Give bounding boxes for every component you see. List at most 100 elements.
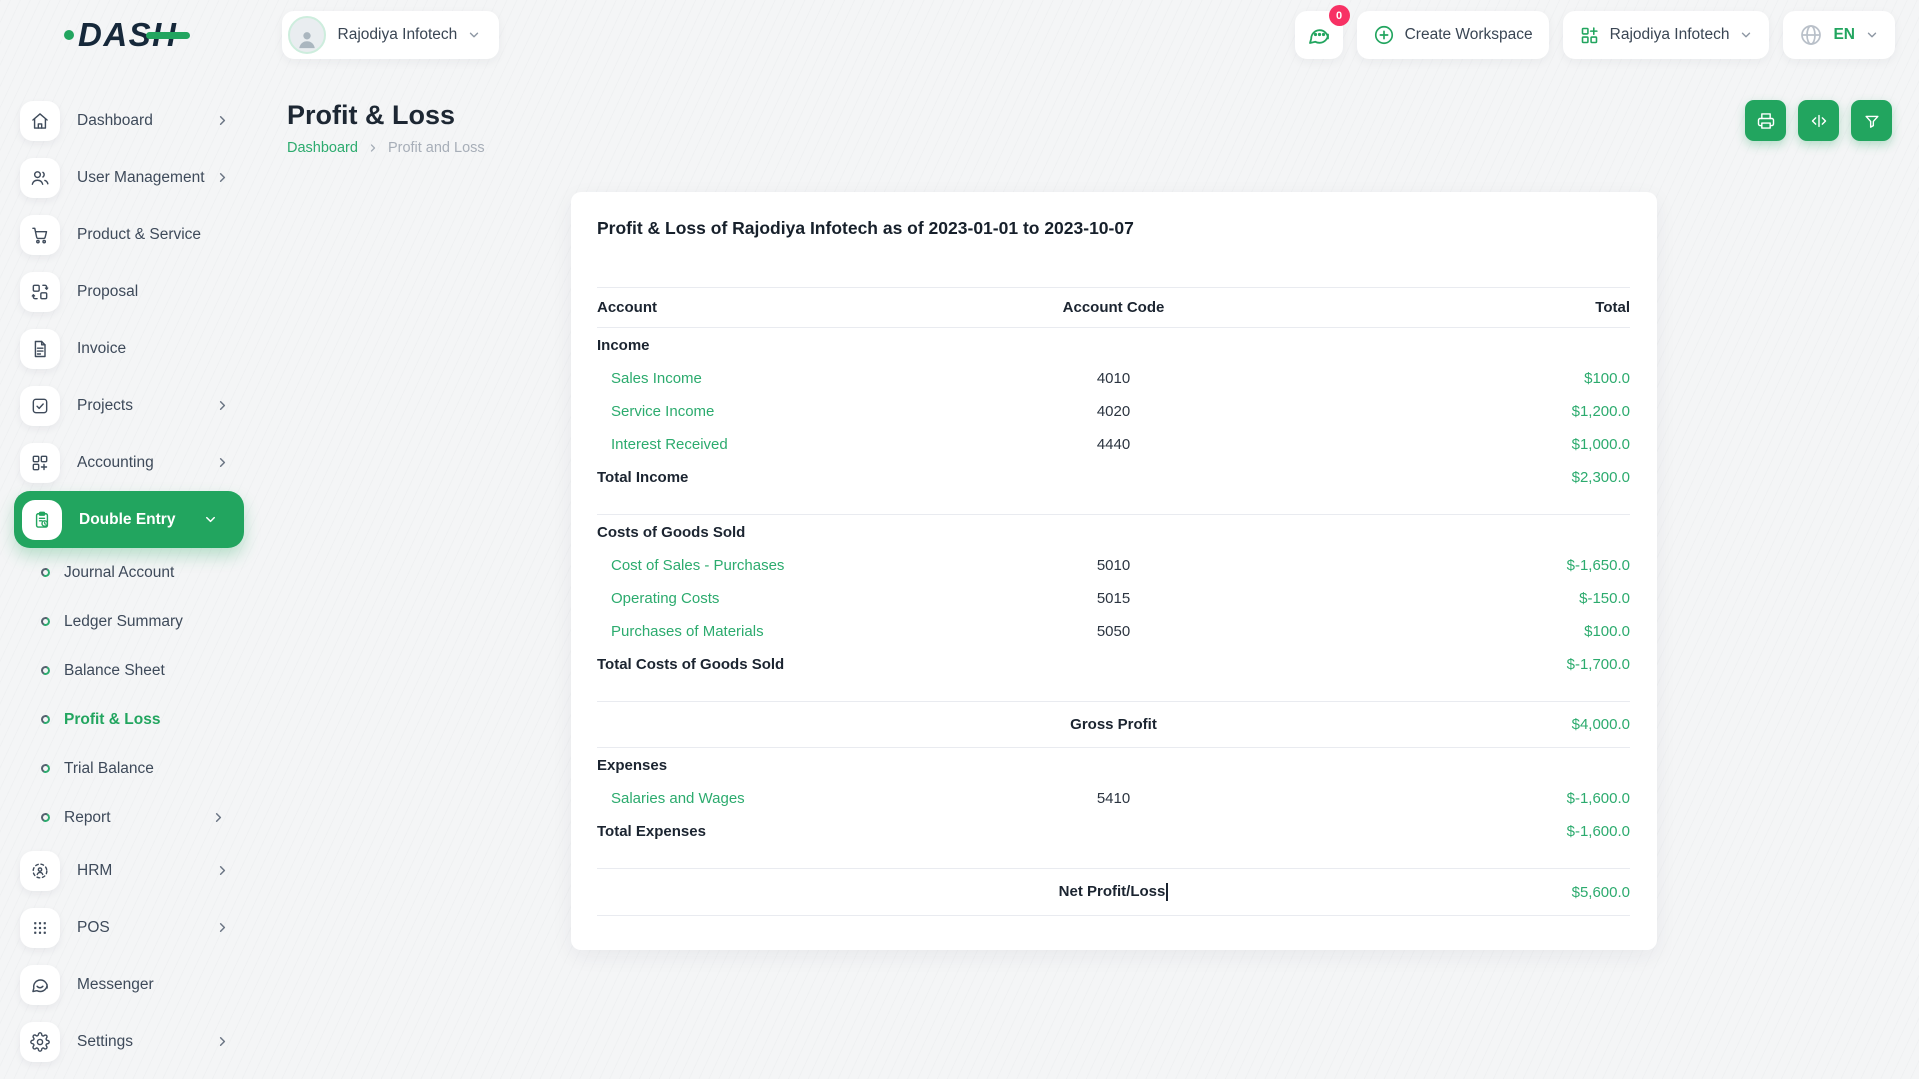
create-workspace-button[interactable]: Create Workspace xyxy=(1356,11,1549,59)
sidebar-item-accounting[interactable]: Accounting xyxy=(0,434,250,491)
total-value: $-1,700.0 xyxy=(1566,656,1630,673)
profit-loss-table: Account Account Code Total Income Sales I… xyxy=(597,287,1630,917)
language-selector[interactable]: EN xyxy=(1783,11,1895,59)
topbar-actions: 0 Create Workspace Rajodiya Infotech EN xyxy=(1294,5,1895,59)
messages-count-badge: 0 xyxy=(1328,5,1350,26)
sidebar-item-label: Settings xyxy=(77,1032,134,1050)
plus-circle-icon xyxy=(1373,24,1395,46)
code-icon xyxy=(1809,111,1829,131)
account-label: Expenses xyxy=(597,757,668,774)
account-link[interactable]: Sales Income xyxy=(597,370,1004,387)
account-row: Salaries and Wages 5410 $-1,600.0 xyxy=(597,782,1630,815)
breadcrumb: Dashboard Profit and Loss xyxy=(287,140,485,156)
account-link[interactable]: Interest Received xyxy=(597,436,1004,453)
summary-row: Net Profit/Loss $5,600.0 xyxy=(597,869,1630,917)
sidebar-item-label: Balance Sheet xyxy=(64,661,165,679)
sidebar-item-trial-balance[interactable]: Trial Balance xyxy=(0,744,250,793)
grid-plus-icon xyxy=(1579,25,1600,46)
sidebar-item-label: Profit & Loss xyxy=(64,710,161,728)
messages-button[interactable]: 0 xyxy=(1294,5,1350,59)
sidebar-item-proposal[interactable]: Proposal xyxy=(0,263,250,320)
sidebar-item-journal-account[interactable]: Journal Account xyxy=(0,548,250,597)
account-row: Cost of Sales - Purchases 5010 $-1,650.0 xyxy=(597,549,1630,582)
account-code: 4440 xyxy=(1096,436,1131,453)
sidebar-item-double-entry[interactable]: Double Entry xyxy=(14,491,244,548)
home-icon xyxy=(20,100,60,141)
workspace-selector[interactable]: Rajodiya Infotech xyxy=(281,11,500,59)
total-row: Total Expenses $-1,600.0 xyxy=(597,815,1630,848)
account-link[interactable]: Service Income xyxy=(597,403,1004,420)
chevron-right-icon xyxy=(215,920,230,935)
total-value: $-1,650.0 xyxy=(1566,557,1630,574)
account-code: 4010 xyxy=(1096,370,1131,387)
company-selector[interactable]: Rajodiya Infotech xyxy=(1562,11,1770,59)
account-link[interactable]: Operating Costs xyxy=(597,590,1004,607)
avatar xyxy=(287,16,326,54)
chevron-right-icon xyxy=(215,170,230,185)
globe-icon xyxy=(1799,23,1823,47)
account-code: 5050 xyxy=(1096,623,1131,640)
sidebar-item-ledger-summary[interactable]: Ledger Summary xyxy=(0,597,250,646)
sidebar-item-label: Dashboard xyxy=(77,111,153,129)
logo-dash-icon xyxy=(145,32,190,39)
company-name: Rajodiya Infotech xyxy=(1609,26,1730,43)
sidebar-item-label: Product & Service xyxy=(77,225,202,243)
check-square-icon xyxy=(20,385,60,426)
sidebar-item-product-service[interactable]: Product & Service xyxy=(0,206,250,263)
sidebar-item-balance-sheet[interactable]: Balance Sheet xyxy=(0,646,250,695)
breadcrumb-dashboard-link[interactable]: Dashboard xyxy=(287,140,358,156)
sidebar-item-hrm[interactable]: HRM xyxy=(0,842,250,899)
users-icon xyxy=(20,157,60,198)
account-row: Interest Received 4440 $1,000.0 xyxy=(597,428,1630,461)
toggle-columns-button[interactable] xyxy=(1798,100,1839,141)
sidebar-item-report[interactable]: Report xyxy=(0,793,250,842)
summary-label: Net Profit/Loss xyxy=(1004,883,1224,902)
chevron-right-icon xyxy=(215,398,230,413)
chevron-down-icon xyxy=(1865,28,1879,42)
print-button[interactable] xyxy=(1745,100,1786,141)
account-link[interactable]: Purchases of Materials xyxy=(597,623,1004,640)
bullet-icon xyxy=(39,566,52,579)
pos-icon xyxy=(20,907,60,948)
sidebar-item-label: Projects xyxy=(77,396,133,414)
account-label: Costs of Goods Sold xyxy=(597,524,746,541)
sidebar-item-messenger[interactable]: Messenger xyxy=(0,956,250,1013)
settings-icon xyxy=(20,1021,60,1062)
breadcrumb-current: Profit and Loss xyxy=(387,140,485,156)
sidebar-item-user-management[interactable]: User Management xyxy=(0,149,250,206)
sidebar-item-projects[interactable]: Projects xyxy=(0,377,250,434)
summary-row: Gross Profit $4,000.0 xyxy=(597,702,1630,748)
account-link[interactable]: Salaries and Wages xyxy=(597,790,1004,807)
chevron-down-icon xyxy=(467,28,481,42)
column-total: Total xyxy=(1595,299,1630,316)
bullet-icon xyxy=(39,762,52,775)
total-value: $-150.0 xyxy=(1579,590,1630,607)
section-divider xyxy=(597,681,1630,702)
sidebar-item-dashboard[interactable]: Dashboard xyxy=(0,92,250,149)
account-row: Service Income 4020 $1,200.0 xyxy=(597,395,1630,428)
account-row: Operating Costs 5015 $-150.0 xyxy=(597,582,1630,615)
printer-icon xyxy=(1756,111,1776,131)
bullet-icon xyxy=(39,713,52,726)
chat-bubble-icon xyxy=(1307,23,1331,47)
page-title: Profit & Loss xyxy=(287,100,456,130)
filter-button[interactable] xyxy=(1851,100,1892,141)
account-link[interactable]: Cost of Sales - Purchases xyxy=(597,557,1004,574)
profit-loss-card: Profit & Loss of Rajodiya Infotech as of… xyxy=(571,192,1657,951)
brand-logo[interactable]: DASH xyxy=(64,16,190,54)
account-label: Income xyxy=(597,337,650,354)
language-label: EN xyxy=(1833,26,1855,43)
total-value: $1,000.0 xyxy=(1571,436,1630,453)
sidebar-item-settings[interactable]: Settings xyxy=(0,1013,250,1070)
sidebar-item-label: Report xyxy=(64,808,111,826)
sidebar-item-invoice[interactable]: Invoice xyxy=(0,320,250,377)
hrm-icon xyxy=(20,850,60,891)
create-workspace-label: Create Workspace xyxy=(1404,26,1533,43)
topbar: DASH Rajodiya Infotech 0 Create Workspac… xyxy=(0,0,1919,70)
sidebar-item-profit-loss[interactable]: Profit & Loss xyxy=(0,695,250,744)
total-value: $100.0 xyxy=(1584,623,1630,640)
sidebar-item-pos[interactable]: POS xyxy=(0,899,250,956)
total-row: Total Income $2,300.0 xyxy=(597,461,1630,494)
chevron-down-icon xyxy=(203,512,218,527)
workspace-name: Rajodiya Infotech xyxy=(337,26,458,43)
